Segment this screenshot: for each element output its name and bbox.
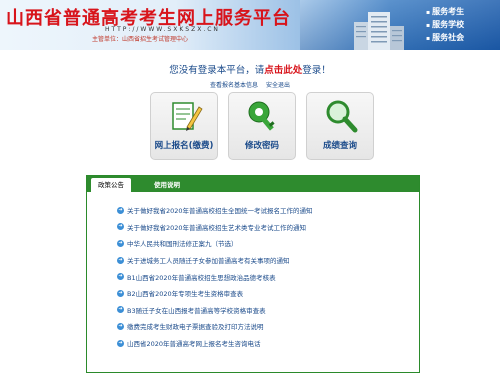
- news-item[interactable]: ➜ B1山西省2020年普通高校招生思想政治品德考核表: [117, 268, 413, 285]
- service-society: ▪ 服务社会: [426, 33, 465, 42]
- tab-instructions[interactable]: 使用说明: [147, 178, 187, 192]
- service-students: ▪ 服务考生: [426, 7, 465, 16]
- arrow-right-icon: ➜: [117, 306, 124, 314]
- arrow-right-icon: ➜: [117, 289, 124, 297]
- key-icon: [248, 101, 275, 131]
- tile-label: 网上报名(缴费): [154, 141, 214, 151]
- tab-bar: 政策公告 使用说明: [87, 176, 419, 192]
- tile-label: 成绩查询: [322, 141, 357, 151]
- notice-panel: 政策公告 使用说明 ➜ 关于做好我省2020年普通高校招生全国统一考试报名工作的通…: [86, 175, 420, 373]
- tab-policy-notices[interactable]: 政策公告: [91, 178, 131, 192]
- sub-links: 查看报名基本信息 安全退出: [0, 80, 500, 89]
- logout-link[interactable]: 安全退出: [266, 82, 290, 89]
- view-registration-link[interactable]: 查看报名基本信息: [210, 82, 258, 89]
- arrow-right-icon: ➜: [117, 256, 124, 264]
- news-item[interactable]: ➜ 中华人民共和国刑法修正案九（节选）: [117, 235, 413, 252]
- news-item[interactable]: ➜ 山西省2020年普通高考网上报名考生咨询电话: [117, 335, 413, 352]
- magnifier-icon: [326, 100, 358, 133]
- news-list: ➜ 关于做好我省2020年普通高校招生全国统一考试报名工作的通知 ➜ 关于做好我省2…: [117, 202, 413, 351]
- arrow-right-icon: ➜: [117, 273, 124, 281]
- arrow-right-icon: ➜: [117, 206, 124, 214]
- arrow-right-icon: ➜: [117, 223, 124, 231]
- login-prompt-suffix: 登录！: [302, 65, 331, 76]
- arrow-right-icon: ➜: [117, 339, 124, 347]
- news-item[interactable]: ➜ B2山西省2020年专项生考生资格审查表: [117, 285, 413, 302]
- news-item[interactable]: ➜ B3随迁子女在山西报考普通高等学校资格审查表: [117, 302, 413, 319]
- site-url: HTTP://WWW.SXKSZX.CN: [105, 26, 220, 33]
- score-query-tile[interactable]: 成绩查询: [306, 92, 374, 160]
- online-registration-tile[interactable]: 网上报名(缴费): [150, 92, 218, 160]
- arrow-right-icon: ➜: [117, 322, 124, 330]
- header-banner: 山西省普通高考考生网上服务平台 HTTP://WWW.SXKSZX.CN 主管单…: [0, 0, 500, 50]
- login-prompt: 您没有登录本平台，请点击此处登录！: [0, 62, 500, 76]
- form-pencil-icon: [172, 102, 203, 131]
- news-item[interactable]: ➜ 关于做好我省2020年普通高校招生全国统一考试报名工作的通知: [117, 202, 413, 219]
- service-schools: ▪ 服务学校: [426, 20, 465, 29]
- news-item[interactable]: ➜ 关于进城务工人员随迁子女参加普通高考有关事项的通知: [117, 252, 413, 269]
- change-password-tile[interactable]: 修改密码: [228, 92, 296, 160]
- news-item[interactable]: ➜ 缴费完成考生财政电子票据查验及打印方法说明: [117, 318, 413, 335]
- building-icon: [354, 12, 404, 50]
- tile-label: 修改密码: [244, 141, 279, 151]
- news-item[interactable]: ➜ 关于做好我省2020年普通高校招生艺术类专业考试工作的通知: [117, 219, 413, 236]
- login-link[interactable]: 点击此处: [264, 65, 302, 76]
- arrow-right-icon: ➜: [117, 239, 124, 247]
- login-prompt-text: 您没有登录本平台，请: [169, 65, 265, 76]
- site-sponsor: 主管单位：山西省招生考试管理中心: [92, 36, 189, 43]
